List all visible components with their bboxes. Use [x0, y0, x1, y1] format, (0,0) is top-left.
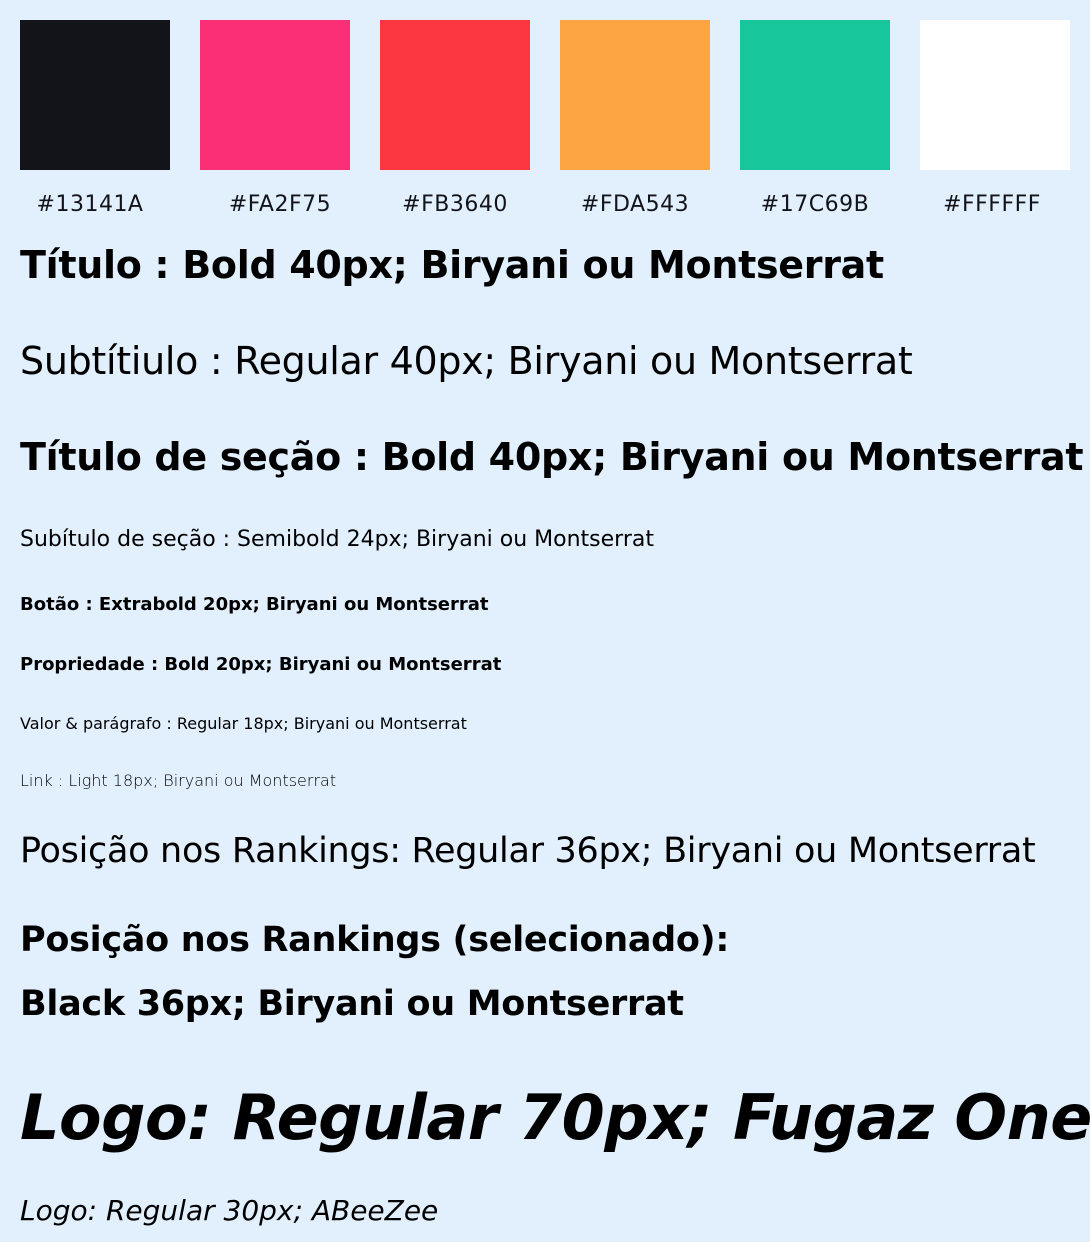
color-hex-label: #FB3640	[402, 192, 508, 217]
color-hex-label: #17C69B	[760, 192, 870, 217]
type-sample-subtitulo: Subtítiulo : Regular 40px; Biryani ou Mo…	[20, 339, 913, 383]
color-swatch-fb3640	[380, 20, 530, 170]
type-sample-ranking-selecionado: Posição nos Rankings (selecionado):	[20, 920, 730, 960]
color-swatch-17c69b	[740, 20, 890, 170]
type-sample-link: Link : Light 18px; Biryani ou Montserrat	[20, 771, 337, 790]
type-sample-subtitulo-secao: Subítulo de seção : Semibold 24px; Birya…	[20, 527, 654, 552]
type-sample-logo-pequeno: Logo: Regular 30px; ABeeZee	[20, 1194, 439, 1227]
color-swatch-13141a	[20, 20, 170, 170]
type-sample-logo-grande: Logo: Regular 70px; Fugaz One	[20, 1081, 1090, 1154]
type-sample-ranking: Posição nos Rankings: Regular 36px; Biry…	[20, 831, 1036, 871]
color-hex-label: #FA2F75	[228, 192, 332, 217]
color-swatch-ffffff	[920, 20, 1070, 170]
type-sample-ranking-selecionado-spec: Black 36px; Biryani ou Montserrat	[20, 984, 684, 1024]
type-sample-titulo-secao: Título de seção : Bold 40px; Biryani ou …	[20, 435, 1084, 479]
color-swatch-fa2f75	[200, 20, 350, 170]
color-hex-label: #13141A	[36, 192, 144, 217]
type-sample-titulo: Título : Bold 40px; Biryani ou Montserra…	[20, 243, 884, 287]
color-hex-label: #FDA543	[580, 192, 690, 217]
type-sample-propriedade: Propriedade : Bold 20px; Biryani ou Mont…	[20, 654, 502, 675]
type-sample-valor-paragrafo: Valor & parágrafo : Regular 18px; Biryan…	[20, 714, 467, 733]
color-hex-label: #FFFFFF	[943, 192, 1041, 217]
color-swatch-fda543	[560, 20, 710, 170]
type-sample-botao: Botão : Extrabold 20px; Biryani ou Monts…	[20, 594, 489, 615]
